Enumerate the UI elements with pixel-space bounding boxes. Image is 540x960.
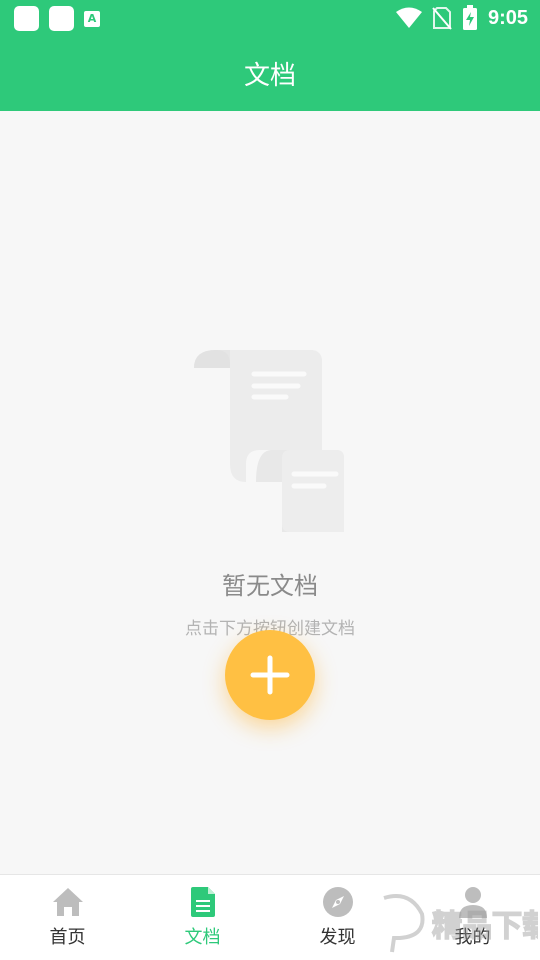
app-icon [14, 6, 39, 31]
nav-label: 发现 [319, 927, 356, 948]
battery-charging-icon [462, 5, 477, 30]
status-time: 9:05 [487, 7, 528, 29]
compass-icon [322, 887, 353, 917]
empty-state-title: 暂无文档 [222, 572, 318, 600]
watermark-logo: 精品下载 [383, 894, 540, 953]
status-bar: A 9:05 [0, 0, 540, 36]
page-title: 文档 [243, 61, 296, 91]
status-right-icons: 9:05 [395, 4, 528, 32]
home-icon [52, 888, 83, 916]
app-icon [49, 6, 74, 31]
wifi-icon [395, 7, 422, 28]
app-screen: A 9:05 文档 暂无文档 点击下方按钮创建文档 首页 文档 发现 我的 精品… [0, 0, 540, 960]
nav-label: 文档 [184, 927, 221, 948]
app-bar: 文档 [0, 36, 540, 111]
create-document-button[interactable] [225, 630, 315, 720]
document-icon [190, 887, 215, 917]
nav-item-home[interactable]: 首页 [0, 875, 135, 960]
plus-icon [250, 655, 290, 695]
watermark-text: 精品下载 [432, 909, 538, 944]
a-keyboard-icon: A [84, 10, 100, 27]
nav-label: 首页 [49, 927, 86, 948]
status-left-icons: A [14, 6, 100, 31]
document-scroll-icon [194, 350, 344, 532]
nav-item-documents[interactable]: 文档 [135, 875, 270, 960]
watermark: 精品下载 [370, 892, 540, 954]
no-sim-icon [432, 7, 452, 30]
